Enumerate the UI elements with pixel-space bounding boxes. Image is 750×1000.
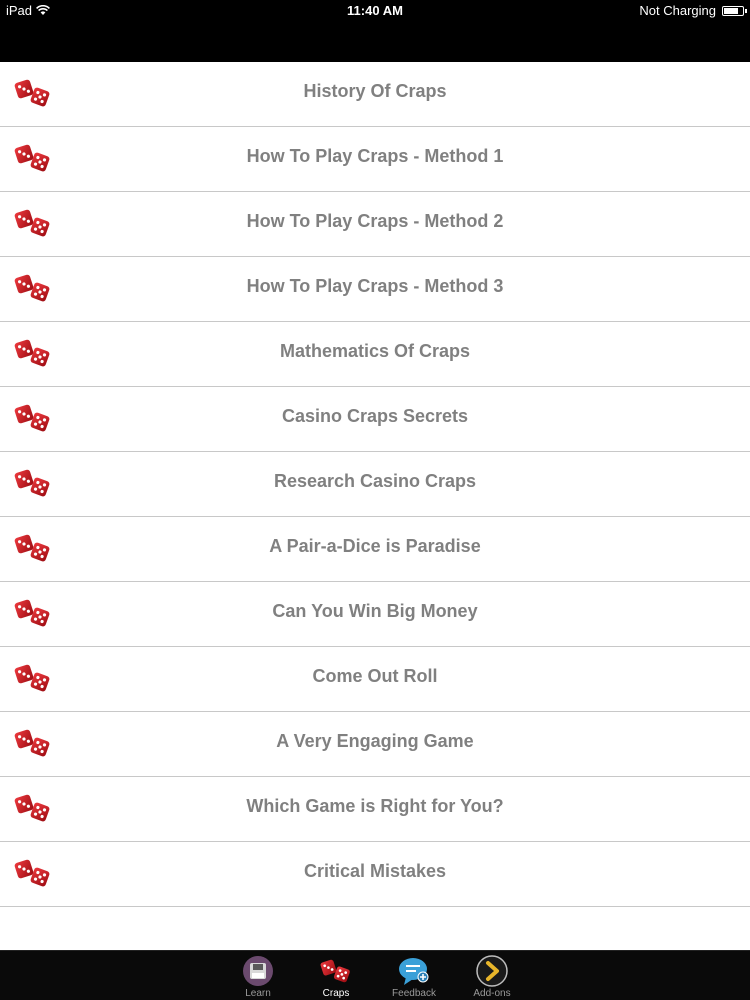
list-item[interactable]: Research Casino Craps <box>0 452 750 517</box>
list-item[interactable]: A Very Engaging Game <box>0 712 750 777</box>
tab-label: Add-ons <box>473 988 511 999</box>
list-item-label: A Pair-a-Dice is Paradise <box>269 536 481 556</box>
chevron-right-icon <box>476 955 508 987</box>
dice-icon <box>320 959 351 984</box>
tab-bar: Learn Craps Feedback Add-ons <box>0 950 750 1000</box>
list-item[interactable]: Mathematics Of Craps <box>0 322 750 387</box>
save-disk-icon <box>243 956 273 986</box>
chat-bubble-icon <box>399 958 429 985</box>
list-item[interactable]: How To Play Craps - Method 1 <box>0 127 750 192</box>
battery-status: Not Charging <box>639 3 716 18</box>
status-right: Not Charging <box>639 3 747 18</box>
list-item-label: Casino Craps Secrets <box>281 406 469 426</box>
tab-feedback[interactable]: Feedback <box>384 953 444 999</box>
status-time: 11:40 AM <box>347 3 403 18</box>
topic-list: History Of Craps How To Play Craps - Met… <box>0 62 750 907</box>
list-item[interactable]: How To Play Craps - Method 2 <box>0 192 750 257</box>
battery-icon <box>722 5 747 16</box>
list-item[interactable]: How To Play Craps - Method 3 <box>0 257 750 322</box>
list-item-label: Research Casino Craps <box>273 471 477 491</box>
tab-learn[interactable]: Learn <box>228 953 288 999</box>
tab-label: Feedback <box>392 988 436 999</box>
list-item-label: History Of Craps <box>303 81 447 101</box>
list-item-label: Which Game is Right for You? <box>246 796 504 816</box>
list-item-label: Critical Mistakes <box>303 861 447 881</box>
device-name: iPad <box>6 3 33 18</box>
list-item[interactable]: Casino Craps Secrets <box>0 387 750 452</box>
status-left: iPad <box>6 3 50 18</box>
list-item-label: A Very Engaging Game <box>276 731 474 751</box>
list-item[interactable]: Can You Win Big Money <box>0 582 750 647</box>
list-item-label: Can You Win Big Money <box>272 601 478 621</box>
wifi-icon <box>36 5 50 15</box>
list-item-label: How To Play Craps - Method 2 <box>246 211 504 231</box>
list-item-label: Come Out Roll <box>312 666 438 686</box>
tab-label: Learn <box>245 988 271 999</box>
list-item-label: Mathematics Of Craps <box>279 341 471 361</box>
list-item[interactable]: History Of Craps <box>0 62 750 127</box>
list-item[interactable]: Critical Mistakes <box>0 842 750 907</box>
tab-add-ons[interactable]: Add-ons <box>462 953 522 999</box>
list-item-label: How To Play Craps - Method 3 <box>246 276 504 296</box>
status-bar: iPad 11:40 AM Not Charging <box>0 0 750 20</box>
list-item-label: How To Play Craps - Method 1 <box>246 146 504 166</box>
tab-craps[interactable]: Craps <box>306 953 366 999</box>
list-item[interactable]: Which Game is Right for You? <box>0 777 750 842</box>
list-item[interactable]: A Pair-a-Dice is Paradise <box>0 517 750 582</box>
navigation-bar <box>0 20 750 62</box>
tab-label: Craps <box>322 988 350 999</box>
list-item[interactable]: Come Out Roll <box>0 647 750 712</box>
